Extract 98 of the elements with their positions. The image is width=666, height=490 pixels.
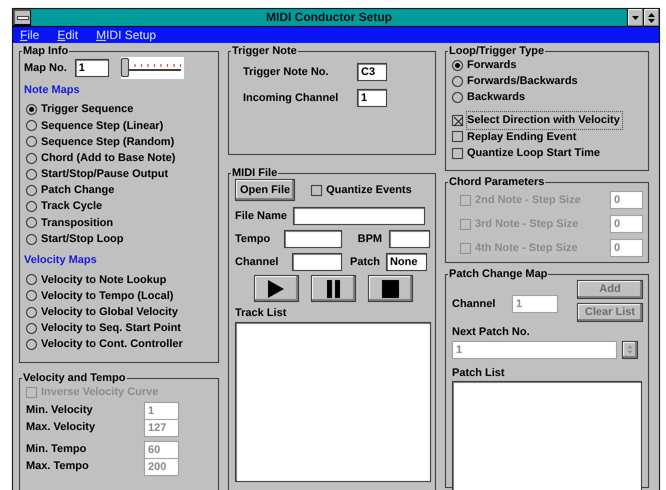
play-button[interactable]	[254, 275, 299, 302]
radio-label[interactable]: Forwards/Backwards	[467, 73, 578, 90]
pause-button[interactable]	[311, 275, 356, 302]
checkbox-label[interactable]: Select Direction with Velocity	[467, 112, 622, 129]
radio-button[interactable]	[26, 168, 37, 180]
list-label: Track List	[235, 306, 288, 321]
radio-button[interactable]	[26, 339, 37, 350]
stop-button[interactable]	[368, 275, 413, 302]
minus-icon	[16, 16, 28, 20]
group-title: Loop/Trigger Type	[448, 45, 546, 57]
radio-label[interactable]: Transposition	[41, 214, 114, 232]
radio-label[interactable]: Forwards	[467, 56, 517, 74]
field-label: Incoming Channel	[243, 90, 340, 106]
section-heading: Velocity Maps	[24, 253, 98, 268]
input-field[interactable]	[292, 207, 425, 225]
field-label: File Name	[235, 208, 287, 224]
field-label: Tempo	[235, 232, 272, 247]
minimize-button[interactable]	[627, 9, 643, 26]
field-label: Patch	[350, 254, 380, 270]
checkbox[interactable]	[452, 148, 463, 159]
checkbox[interactable]	[452, 131, 463, 142]
radio-label[interactable]: Velocity to Cont. Controller	[41, 336, 183, 353]
up-down-arrow-icon	[648, 12, 655, 22]
radio-button[interactable]	[452, 92, 463, 103]
field-label: Map No.	[24, 60, 67, 76]
radio-button[interactable]	[26, 120, 37, 132]
open-file-button[interactable]: Open File	[235, 179, 296, 201]
radio-button[interactable]	[26, 136, 37, 148]
checkbox[interactable]	[452, 115, 463, 126]
tick-marks	[126, 63, 182, 71]
field-label: Next Patch No.	[452, 325, 531, 340]
group-title: MIDI File	[231, 167, 278, 179]
radio-button[interactable]	[26, 290, 37, 302]
input-field[interactable]	[284, 230, 342, 248]
input-field[interactable]: None	[386, 253, 427, 271]
play-icon	[268, 280, 285, 298]
radio-button[interactable]	[26, 152, 37, 164]
radio-button[interactable]	[26, 217, 37, 228]
system-menu-button[interactable]	[13, 9, 31, 26]
group-title: Patch Change Map	[448, 268, 548, 280]
radio-button[interactable]	[26, 234, 37, 245]
radio-label[interactable]: Velocity to Global Velocity	[41, 304, 178, 320]
up-down-arrow-icon	[627, 345, 633, 354]
patch-list-box[interactable]	[452, 381, 642, 490]
radio-label[interactable]: Velocity to Note Lookup	[41, 272, 166, 288]
checkbox-label[interactable]: Replay Ending Event	[467, 128, 576, 146]
radio-label[interactable]: Sequence Step (Linear)	[41, 118, 164, 134]
field-label: Channel	[452, 296, 496, 312]
menu-item[interactable]: MIDI Setup	[95, 27, 158, 43]
checkbox-label[interactable]: Quantize Loop Start Time	[467, 144, 600, 162]
radio-label[interactable]: Sequence Step (Random)	[41, 134, 174, 150]
checkbox[interactable]	[311, 184, 322, 196]
group-title: Trigger Note	[231, 45, 298, 57]
stop-icon	[382, 280, 399, 298]
checkbox-label[interactable]: Quantize Events	[326, 182, 412, 198]
radio-label[interactable]: Velocity to Seq. Start Point	[41, 320, 181, 337]
spin-button[interactable]	[622, 340, 638, 358]
group-title: Map Info	[22, 45, 70, 57]
field-label: Max. Velocity	[26, 420, 96, 436]
radio-label[interactable]: Velocity to Tempo (Local)	[41, 288, 174, 304]
radio-label[interactable]: Start/Stop Loop	[41, 230, 124, 248]
radio-button[interactable]	[26, 201, 37, 212]
radio-label[interactable]: Start/Stop/Pause Output	[41, 166, 168, 183]
radio-button[interactable]	[26, 185, 37, 196]
radio-label[interactable]: Chord (Add to Base Note)	[41, 150, 176, 166]
radio-label[interactable]: Track Cycle	[41, 198, 102, 215]
window-title: MIDI Conductor Setup	[265, 9, 393, 26]
field-label: Channel	[235, 254, 280, 270]
list-label: Patch List	[452, 366, 506, 380]
group-title: Chord Parameters	[448, 176, 546, 188]
input-field[interactable]: 1	[74, 59, 109, 77]
input-field[interactable]	[389, 230, 430, 248]
menu-item[interactable]: File	[19, 27, 40, 43]
slider-thumb[interactable]	[120, 58, 129, 77]
radio-label[interactable]: Patch Change	[41, 182, 114, 199]
restore-button[interactable]	[643, 9, 659, 26]
menu-item[interactable]: Edit	[56, 27, 80, 43]
down-arrow-icon	[632, 16, 639, 20]
input-field[interactable]: 1	[357, 89, 387, 107]
radio-button[interactable]	[452, 60, 463, 71]
input-field[interactable]: C3	[357, 63, 387, 81]
pause-icon	[325, 280, 342, 298]
input-field[interactable]	[292, 253, 342, 271]
field-label: Min. Velocity	[26, 403, 94, 418]
field-label: BPM	[358, 232, 382, 247]
group-title: Velocity and Tempo	[22, 372, 126, 384]
radio-label[interactable]: Backwards	[467, 89, 526, 106]
field-label: Trigger Note No.	[243, 64, 330, 80]
track-list-box[interactable]	[235, 322, 431, 482]
section-heading: Note Maps	[24, 83, 81, 98]
radio-button[interactable]	[26, 306, 37, 318]
radio-label[interactable]: Trigger Sequence	[41, 101, 134, 118]
radio-button[interactable]	[452, 76, 463, 87]
radio-button[interactable]	[26, 104, 37, 116]
field-label: Max. Tempo	[26, 459, 90, 474]
radio-button[interactable]	[26, 274, 37, 286]
field-label: Min. Tempo	[26, 442, 88, 458]
radio-button[interactable]	[26, 322, 37, 334]
